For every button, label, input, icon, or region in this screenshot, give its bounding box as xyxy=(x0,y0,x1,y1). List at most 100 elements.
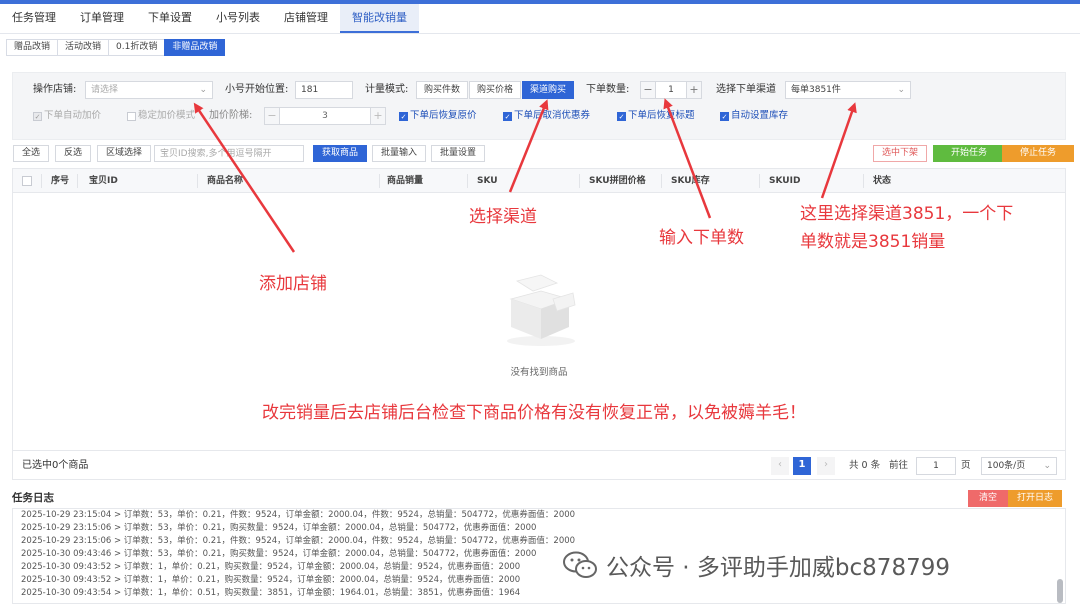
column-divider xyxy=(863,174,864,188)
start-pos-input[interactable]: 181 xyxy=(295,81,353,99)
watermark: 公众号 · 多评助手加威bc878799 xyxy=(562,548,950,582)
prev-page-button[interactable]: ‹ xyxy=(771,457,789,475)
total-count: 共 0 条 xyxy=(849,460,881,471)
order-qty-input[interactable]: 1 xyxy=(655,81,687,99)
shop-label: 操作店铺: xyxy=(33,84,77,95)
log-scrollbar[interactable] xyxy=(1057,579,1063,603)
auto-markup-checkbox[interactable]: ✓ 下单自动加价 xyxy=(33,109,101,123)
page-number[interactable]: 1 xyxy=(793,457,811,475)
col-index: 序号 xyxy=(51,176,70,186)
restore-title-checkbox[interactable]: ✓ 下单后恢复标题 xyxy=(617,109,695,123)
col-skuid: SKUID xyxy=(769,176,801,186)
qty-plus-button[interactable]: + xyxy=(686,81,702,99)
col-item-id: 宝贝ID xyxy=(89,176,118,186)
stable-markup-checkbox[interactable]: ✓稳定加价模式 xyxy=(127,109,195,123)
auto-stock-label: 自动设置库存 xyxy=(731,110,789,121)
chevron-down-icon: ⌄ xyxy=(199,85,207,95)
batch-input-button[interactable]: 批量输入 xyxy=(372,145,427,162)
tab-shop-management[interactable]: 店铺管理 xyxy=(272,4,340,33)
annotation-select-channel: 选择渠道 xyxy=(469,207,537,227)
shop-select-placeholder: 请选择 xyxy=(91,85,119,95)
col-sku-stock: SKU库存 xyxy=(671,176,710,186)
log-line: 2025-10-29 23:15:06 > 订单数：53，单价：0.21，件数：… xyxy=(21,536,576,546)
log-line: 2025-10-29 23:15:04 > 订单数：53，单价：0.21，件数：… xyxy=(21,510,576,520)
empty-state-text: 没有找到商品 xyxy=(510,367,568,378)
markup-plus-button[interactable]: + xyxy=(370,107,386,125)
auto-stock-checkbox[interactable]: ✓ 自动设置库存 xyxy=(720,109,788,123)
tab-alt-account-list[interactable]: 小号列表 xyxy=(204,4,272,33)
open-log-button[interactable]: 打开日志 xyxy=(1008,490,1063,507)
annotation-add-shop: 添加店铺 xyxy=(259,274,327,294)
markup-minus-button[interactable]: − xyxy=(264,107,280,125)
item-id-search-input[interactable]: 宝贝ID搜索,多个用逗号隔开 xyxy=(154,145,304,162)
restore-price-checkbox[interactable]: ✓ 下单后恢复原价 xyxy=(399,109,477,123)
check-icon: ✓ xyxy=(503,112,512,121)
col-sales: 商品销量 xyxy=(387,176,424,186)
select-all-button[interactable]: 全选 xyxy=(13,145,50,162)
subtab-non-gift-sales[interactable]: 非赠品改销 xyxy=(164,39,226,56)
column-divider xyxy=(661,174,662,188)
goto-label: 前往 xyxy=(889,460,909,471)
order-qty-label: 下单数量: xyxy=(586,84,630,95)
empty-box-icon xyxy=(507,274,576,346)
subtab-gift-sales[interactable]: 赠品改销 xyxy=(6,39,59,56)
tab-order-settings[interactable]: 下单设置 xyxy=(136,4,204,33)
col-product-name: 商品名称 xyxy=(207,176,244,186)
channel-select-value: 每单3851件 xyxy=(791,85,841,95)
start-pos-label: 小号开始位置: xyxy=(225,84,289,95)
shop-select[interactable]: 请选择 ⌄ xyxy=(85,81,213,99)
task-log-title: 任务日志 xyxy=(12,492,54,504)
col-sku: SKU xyxy=(477,176,498,186)
next-page-button[interactable]: › xyxy=(817,457,835,475)
check-icon: ✓ xyxy=(399,112,408,121)
count-mode-label: 计量模式: xyxy=(365,84,409,95)
checkbox-icon: ✓ xyxy=(127,112,136,121)
annotation-channel-note-line1: 这里选择渠道3851，一个下 xyxy=(800,204,1014,224)
restore-price-label: 下单后恢复原价 xyxy=(410,110,477,121)
page-size-select[interactable]: 100条/页 ⌄ xyxy=(981,457,1057,475)
check-icon: ✓ xyxy=(33,112,42,121)
tab-smart-sales-edit[interactable]: 智能改销量 xyxy=(340,4,419,33)
qty-minus-button[interactable]: − xyxy=(640,81,656,99)
subtab-promo-sales[interactable]: 活动改销 xyxy=(57,39,110,56)
column-divider xyxy=(77,174,78,188)
start-task-button[interactable]: 开始任务 xyxy=(933,145,1006,162)
table-footer: 已选中0个商品 ‹ 1 › 共 0 条 前往 1 页 100条/页 ⌄ xyxy=(12,450,1066,480)
subtab-discount-sales[interactable]: 0.1折改销 xyxy=(108,39,166,56)
col-status: 状态 xyxy=(873,176,892,186)
invert-selection-button[interactable]: 反选 xyxy=(55,145,92,162)
settings-panel: 操作店铺: 请选择 ⌄ 小号开始位置: 181 计量模式: 购买件数 购买价格 … xyxy=(12,72,1066,140)
range-select-button[interactable]: 区域选择 xyxy=(97,145,152,162)
auto-markup-label: 下单自动加价 xyxy=(44,110,102,121)
stable-markup-label: 稳定加价模式 xyxy=(138,110,196,121)
clear-log-button[interactable]: 清空 xyxy=(968,490,1009,507)
tab-task-management[interactable]: 任务管理 xyxy=(0,4,68,33)
page-size-value: 100条/页 xyxy=(987,461,1026,471)
annotation-price-check-note: 改完销量后去店铺后台检查下商品价格有没有恢复正常，以免被薅羊毛！ xyxy=(262,403,806,423)
chevron-down-icon: ⌄ xyxy=(897,85,905,95)
page-unit: 页 xyxy=(961,460,971,471)
channel-label: 选择下单渠道 xyxy=(716,84,776,95)
batch-settings-button[interactable]: 批量设置 xyxy=(431,145,486,162)
goto-page-input[interactable]: 1 xyxy=(916,457,956,475)
tab-order-management[interactable]: 订单管理 xyxy=(68,4,136,33)
main-tab-bar: 任务管理 订单管理 下单设置 小号列表 店铺管理 智能改销量 xyxy=(0,4,1080,34)
stop-task-button[interactable]: 停止任务 xyxy=(1002,145,1075,162)
markup-step-input[interactable]: 3 xyxy=(279,107,371,125)
check-icon: ✓ xyxy=(720,112,729,121)
count-mode-channel[interactable]: 渠道购买 xyxy=(522,81,575,99)
cancel-coupon-checkbox[interactable]: ✓ 下单后取消优惠券 xyxy=(503,109,590,123)
log-line: 2025-10-30 09:43:54 > 订单数：1，单价：0.51，购买数量… xyxy=(21,588,521,598)
column-divider xyxy=(759,174,760,188)
column-divider xyxy=(379,174,380,188)
count-mode-price[interactable]: 购买价格 xyxy=(469,81,522,99)
select-all-checkbox[interactable] xyxy=(22,176,32,186)
column-divider xyxy=(197,174,198,188)
chevron-down-icon: ⌄ xyxy=(1043,461,1051,471)
fetch-products-button[interactable]: 获取商品 xyxy=(313,145,368,162)
channel-select[interactable]: 每单3851件 ⌄ xyxy=(785,81,911,99)
column-divider xyxy=(467,174,468,188)
check-icon: ✓ xyxy=(617,112,626,121)
delist-selected-button[interactable]: 选中下架 xyxy=(873,145,928,162)
count-mode-pieces[interactable]: 购买件数 xyxy=(416,81,469,99)
